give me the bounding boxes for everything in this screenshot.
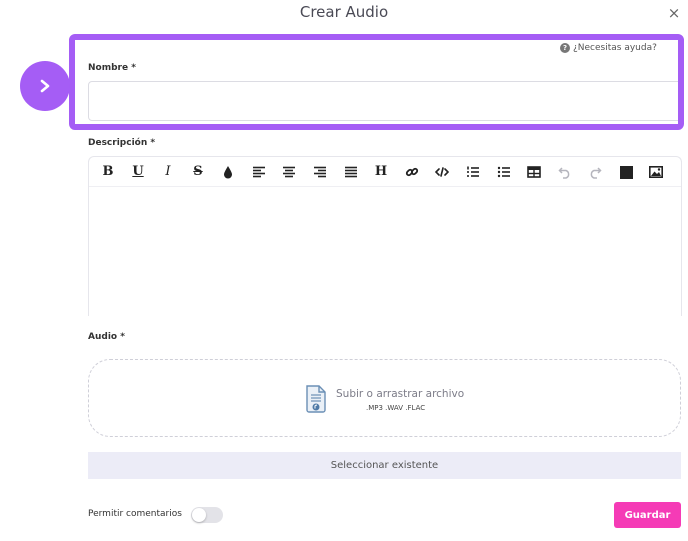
help-link-label: ¿Necesitas ayuda? — [573, 43, 657, 53]
editor-content-area[interactable] — [89, 188, 681, 316]
accepted-formats: .MP3 .WAV .FLAC — [366, 404, 426, 412]
underline-icon: U — [132, 164, 144, 179]
modal-title: Crear Audio — [299, 3, 389, 21]
question-icon: ? — [560, 43, 570, 53]
align-center-button[interactable] — [281, 164, 297, 180]
align-right-button[interactable] — [312, 164, 328, 180]
strikethrough-icon: S — [193, 164, 203, 179]
chevron-right-icon — [40, 79, 50, 93]
bullet-list-button[interactable] — [496, 164, 512, 180]
audio-label: Audio * — [88, 332, 125, 342]
bold-button[interactable]: B — [100, 164, 116, 180]
redo-icon — [590, 167, 602, 179]
code-button[interactable] — [434, 164, 450, 180]
link-icon — [405, 167, 419, 177]
undo-button[interactable] — [557, 164, 573, 180]
toggle-knob — [192, 508, 206, 522]
save-button[interactable]: Guardar — [614, 502, 681, 528]
undo-icon — [558, 167, 570, 179]
redo-button[interactable] — [587, 164, 603, 180]
upload-text: Subir o arrastrar archivo — [336, 388, 465, 400]
tour-next-button[interactable] — [20, 61, 70, 111]
align-left-button[interactable] — [251, 164, 267, 180]
code-icon — [435, 167, 449, 177]
select-existing-button[interactable]: Seleccionar existente — [88, 452, 681, 479]
ordered-list-icon — [467, 166, 479, 177]
table-button[interactable] — [526, 164, 542, 180]
align-justify-icon — [345, 166, 357, 178]
allow-comments-label: Permitir comentarios — [88, 509, 182, 519]
align-center-icon — [283, 166, 295, 178]
description-label: Descripción * — [88, 138, 156, 148]
link-button[interactable] — [404, 164, 420, 180]
underline-button[interactable]: U — [130, 164, 146, 180]
image-button[interactable] — [648, 164, 664, 180]
allow-comments-toggle[interactable] — [191, 507, 223, 523]
ordered-list-button[interactable] — [465, 164, 481, 180]
bullet-list-icon — [497, 166, 510, 178]
audio-dropzone[interactable]: Subir o arrastrar archivo .MP3 .WAV .FLA… — [88, 359, 681, 437]
help-link[interactable]: ? ¿Necesitas ayuda? — [560, 43, 657, 53]
heading-icon: H — [374, 164, 388, 179]
name-input[interactable] — [88, 81, 682, 121]
droplet-icon — [224, 166, 232, 179]
italic-button[interactable]: I — [160, 164, 176, 180]
rich-text-editor: B U I S H — [88, 156, 682, 316]
close-button[interactable]: × — [664, 4, 684, 24]
align-left-icon — [253, 166, 265, 178]
editor-toolbar: B U I S H — [89, 157, 681, 187]
strikethrough-button[interactable]: S — [190, 164, 206, 180]
align-justify-button[interactable] — [343, 164, 359, 180]
name-label: Nombre * — [88, 63, 136, 73]
fullscreen-button[interactable] — [618, 164, 634, 180]
text-color-button[interactable] — [220, 164, 236, 180]
audio-file-icon — [306, 385, 326, 413]
square-icon — [619, 165, 633, 179]
heading-button[interactable]: H — [373, 164, 389, 180]
bold-icon: B — [102, 164, 114, 179]
align-right-icon — [314, 166, 326, 178]
table-icon — [527, 166, 541, 178]
italic-icon: I — [165, 164, 171, 179]
image-icon — [649, 166, 663, 178]
